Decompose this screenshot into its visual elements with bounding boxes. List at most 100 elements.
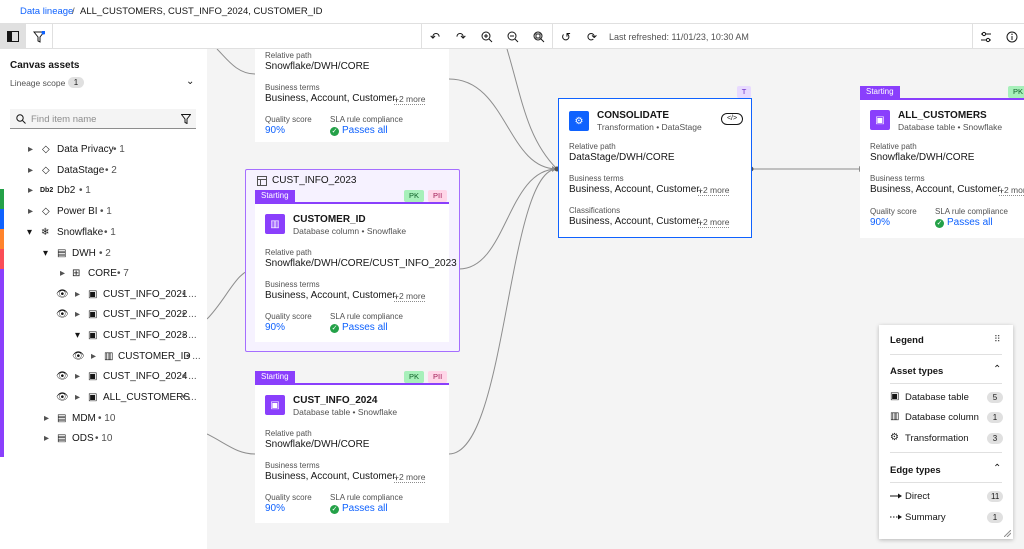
card-subtitle: Database table • Snowflake	[293, 407, 398, 417]
summary-edge-icon	[890, 514, 902, 520]
asset-card-customer-id[interactable]: ▥ CUSTOMER_ID Database column • Snowflak…	[255, 204, 457, 342]
zoom-out-icon	[507, 31, 519, 42]
chevron-down-icon[interactable]: ⌄	[186, 76, 194, 87]
tree-item-label: CUSTOMER_ID	[118, 351, 191, 362]
settings-button[interactable]	[973, 24, 999, 49]
caret-right-icon[interactable]: ▸	[91, 347, 96, 367]
chevron-up-icon[interactable]: ⌃	[993, 364, 1001, 375]
checkmark-icon: ✓	[935, 219, 944, 228]
tree-item-cust-info-2021[interactable]: 👁 ▸ ▣ CUST_INFO_2021 • ...	[0, 285, 207, 305]
caret-right-icon[interactable]: ▸	[75, 367, 80, 387]
diamond-icon: ◇	[42, 144, 50, 155]
tree-item-data-privacy[interactable]: ▸ ◇ Data Privacy • 1	[0, 140, 207, 160]
caret-down-icon[interactable]: ▾	[75, 326, 80, 346]
caret-right-icon[interactable]: ▸	[28, 202, 33, 222]
tree-item-all-customers[interactable]: 👁 ▸ ▣ ALL_CUSTOMERS • ...	[0, 388, 207, 408]
sla-label: SLA rule compliance	[935, 207, 1008, 216]
edge	[506, 49, 558, 170]
info-button[interactable]	[999, 24, 1024, 49]
tree-item-ods[interactable]: ▸ ▤ ODS • 10	[0, 429, 207, 449]
caret-right-icon[interactable]: ▸	[75, 285, 80, 305]
tree-item-label: CUST_INFO_2023	[103, 330, 188, 341]
tree-item-cust-info-2022[interactable]: 👁 ▸ ▣ CUST_INFO_2022 • ...	[0, 305, 207, 325]
caret-right-icon[interactable]: ▸	[75, 388, 80, 408]
caret-right-icon[interactable]: ▸	[44, 429, 49, 449]
transformation-tag: T	[737, 86, 751, 98]
eye-icon[interactable]: 👁	[56, 367, 69, 387]
tree-item-datastage[interactable]: ▸ ◇ DataStage • 2	[0, 161, 207, 181]
toggle-sidebar-button[interactable]	[0, 24, 26, 49]
caret-right-icon[interactable]: ▸	[75, 305, 80, 325]
asset-card-all-customers[interactable]: ▣ ALL_CUSTOMERS Database table • Snowfla…	[860, 100, 1024, 238]
legend-item-count: 11	[987, 491, 1004, 502]
tree-item-core[interactable]: ▸ ⊞ CORE • 7	[0, 264, 207, 284]
tree-item-snowflake[interactable]: ▾ ❄ Snowflake • 1	[0, 223, 207, 243]
tree-item-cust-info-2024[interactable]: 👁 ▸ ▣ CUST_INFO_2024 • ...	[0, 367, 207, 387]
business-terms-label: Business terms	[265, 461, 320, 470]
edge	[448, 168, 558, 455]
eye-icon[interactable]: 👁	[56, 305, 69, 325]
lineage-scope-label: Lineage scope	[10, 78, 66, 88]
tree-item-count: • 10	[95, 433, 113, 444]
lineage-scope-count: 1	[68, 77, 84, 88]
tree-item-db2[interactable]: ▸ Db2 Db2 • 1	[0, 181, 207, 201]
tree-item-power-bi[interactable]: ▸ ◇ Power BI • 1	[0, 202, 207, 222]
tree-item-dwh[interactable]: ▾ ▤ DWH • 2	[0, 244, 207, 264]
zoom-fit-button[interactable]	[526, 24, 552, 49]
chevron-up-icon[interactable]: ⌃	[993, 463, 1001, 474]
business-terms-label: Business terms	[265, 83, 320, 92]
caret-right-icon[interactable]: ▸	[44, 409, 49, 429]
starting-tag: Starting	[255, 371, 295, 383]
zoom-in-icon	[481, 31, 493, 42]
caret-right-icon[interactable]: ▸	[28, 161, 33, 181]
quality-score-value: 90%	[265, 125, 286, 136]
more-terms-link[interactable]: +2 more	[999, 185, 1024, 196]
eye-icon[interactable]: 👁	[56, 388, 69, 408]
drag-handle-icon[interactable]: ⠿	[994, 334, 1001, 345]
db2-icon: Db2	[40, 187, 54, 194]
breadcrumb-link-data-lineage[interactable]: Data lineage	[20, 6, 73, 17]
resize-handle-icon[interactable]	[1004, 530, 1011, 537]
code-icon[interactable]: </>	[721, 113, 743, 125]
caret-right-icon[interactable]: ▸	[28, 181, 33, 201]
legend-title: Legend	[890, 335, 924, 346]
tree-item-count: • ...	[182, 289, 197, 300]
legend-item-count: 1	[987, 512, 1003, 523]
undo-button[interactable]: ↶	[422, 24, 448, 49]
tree-item-cust-info-2023[interactable]: ▾ ▣ CUST_INFO_2023 • ...	[0, 326, 207, 346]
asset-card[interactable]: Relative path Snowflake/DWH/CORE Busines…	[255, 49, 449, 142]
eye-icon[interactable]: 👁	[72, 347, 85, 367]
caret-down-icon[interactable]: ▾	[43, 244, 48, 264]
legend-item-count: 3	[987, 433, 1003, 444]
caret-down-icon[interactable]: ▾	[27, 223, 32, 243]
refresh-button[interactable]: ⟳	[579, 24, 605, 49]
asset-card-consolidate[interactable]: ⚙ CONSOLIDATE Transformation • DataStage…	[558, 98, 752, 238]
more-classifications-link[interactable]: +2 more	[698, 217, 730, 228]
tree-item-count: • 2	[99, 248, 111, 259]
column-icon: ▥	[265, 214, 285, 234]
caret-right-icon[interactable]: ▸	[60, 264, 65, 284]
more-terms-link[interactable]: +2 more	[394, 94, 426, 105]
more-terms-link[interactable]: +2 more	[394, 291, 426, 302]
tree-item-label: DWH	[72, 248, 96, 259]
filter-button[interactable]	[26, 24, 52, 49]
search-filter-button[interactable]	[176, 109, 196, 129]
more-terms-link[interactable]: +2 more	[698, 185, 730, 196]
tree-item-label: Db2	[57, 185, 76, 196]
eye-icon[interactable]: 👁	[56, 285, 69, 305]
asset-card-cust-info-2024[interactable]: ▣ CUST_INFO_2024 Database table • Snowfl…	[255, 385, 449, 523]
reset-button[interactable]: ↺	[553, 24, 579, 49]
more-terms-link[interactable]: +2 more	[394, 472, 426, 483]
tree-item-mdm[interactable]: ▸ ▤ MDM • 10	[0, 409, 207, 429]
zoom-fit-icon	[533, 31, 545, 42]
breadcrumb-current: ALL_CUSTOMERS, CUST_INFO_2024, CUSTOMER_…	[80, 6, 323, 17]
tree-item-customer-id[interactable]: 👁 ▸ ▥ CUSTOMER_ID • ...	[0, 347, 207, 367]
redo-button[interactable]: ↷	[448, 24, 474, 49]
classifications-label: Classifications	[569, 206, 621, 215]
search-input[interactable]: Find item name	[10, 109, 176, 129]
tree-item-count: • 1	[104, 227, 116, 238]
zoom-in-button[interactable]	[474, 24, 500, 49]
zoom-out-button[interactable]	[500, 24, 526, 49]
tree-item-label: Power BI	[57, 206, 98, 217]
caret-right-icon[interactable]: ▸	[28, 140, 33, 160]
